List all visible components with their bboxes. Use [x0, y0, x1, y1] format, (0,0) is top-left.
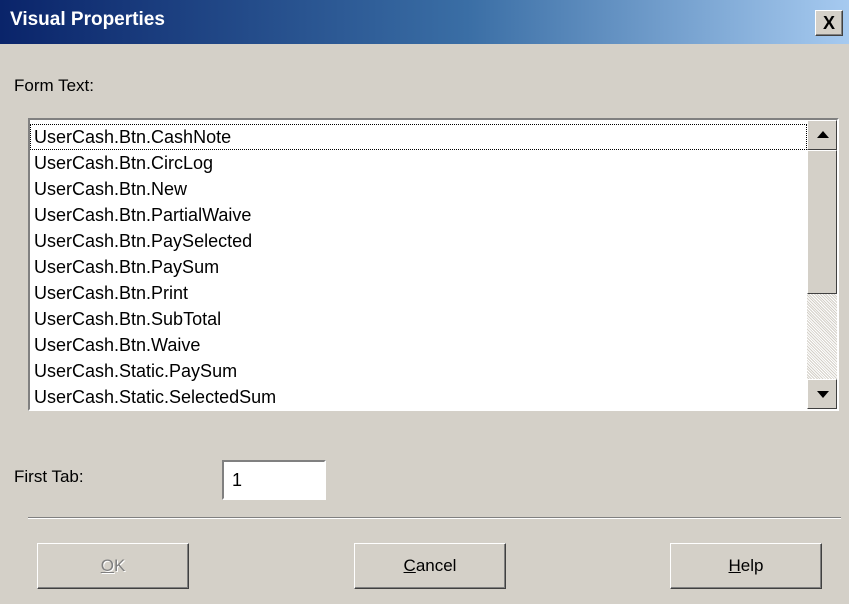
form-text-label: Form Text: — [14, 76, 94, 95]
arrow-up-icon — [817, 131, 829, 138]
scroll-thumb[interactable] — [807, 150, 837, 294]
first-tab-input[interactable]: 1 — [222, 460, 326, 500]
help-mnemonic: H — [728, 556, 741, 575]
list-item[interactable]: UserCash.Btn.PartialWaive — [30, 202, 807, 228]
list-item[interactable]: UserCash.Btn.CircLog — [30, 150, 807, 176]
separator-line — [28, 517, 841, 519]
list-item[interactable]: UserCash.Static.PaySum — [30, 358, 807, 384]
close-button[interactable]: X — [815, 10, 843, 36]
scroll-up-button[interactable] — [807, 120, 837, 150]
list-item[interactable]: UserCash.Btn.Print — [30, 280, 807, 306]
close-icon: X — [822, 13, 835, 33]
form-text-listbox[interactable]: UserCash.Btn.CashNote UserCash.Btn.CircL… — [28, 118, 839, 411]
list-item[interactable]: UserCash.Btn.New — [30, 176, 807, 202]
list-item[interactable]: UserCash.Btn.PaySum — [30, 254, 807, 280]
list-item[interactable]: UserCash.Btn.SubTotal — [30, 306, 807, 332]
title-bar: Visual Properties X — [0, 0, 849, 44]
window-title: Visual Properties — [10, 9, 165, 30]
cancel-label-rest: ancel — [415, 556, 457, 575]
scroll-down-button[interactable] — [807, 379, 837, 409]
first-tab-label: First Tab: — [14, 467, 84, 486]
help-label-rest: elp — [740, 556, 764, 575]
cancel-mnemonic: C — [403, 556, 416, 575]
list-item[interactable]: UserCash.Btn.CashNote — [30, 124, 807, 150]
form-text-list: UserCash.Btn.CashNote UserCash.Btn.CircL… — [30, 120, 807, 409]
list-item[interactable]: UserCash.Btn.Waive — [30, 332, 807, 358]
help-button[interactable]: Help — [670, 543, 822, 589]
cancel-button[interactable]: Cancel — [354, 543, 506, 589]
list-item[interactable]: UserCash.Btn.PaySelected — [30, 228, 807, 254]
vertical-scrollbar[interactable] — [807, 120, 837, 409]
arrow-down-icon — [817, 391, 829, 398]
ok-label-rest: K — [113, 556, 126, 575]
ok-button[interactable]: OK — [37, 543, 189, 589]
ok-mnemonic: O — [100, 556, 114, 575]
list-item[interactable]: UserCash.Static.SelectedSum — [30, 384, 807, 409]
